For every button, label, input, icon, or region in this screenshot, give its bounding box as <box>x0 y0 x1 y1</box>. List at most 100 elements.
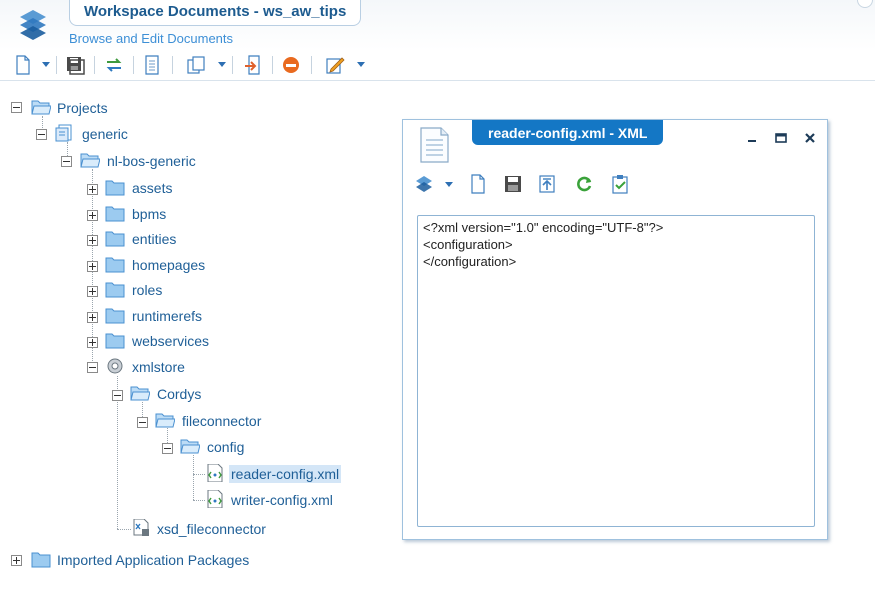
expand-icon[interactable] <box>87 261 98 272</box>
xml-file-icon <box>207 490 223 508</box>
tree-item-writer-config[interactable]: writer-config.xml <box>0 490 380 510</box>
validate-icon[interactable] <box>610 174 630 194</box>
tree-item-fileconnector[interactable]: fileconnector <box>0 411 270 431</box>
expand-icon[interactable] <box>87 337 98 348</box>
tree-item-nl-bos-generic[interactable]: nl-bos-generic <box>0 151 220 171</box>
tree-item-label: xsd_fileconnector <box>157 521 266 537</box>
expand-icon[interactable] <box>87 184 98 195</box>
folder-icon <box>105 180 125 196</box>
folder-icon <box>105 231 125 247</box>
tree-item-entities[interactable]: entities <box>0 229 200 249</box>
tree-item-xsd-fileconnector[interactable]: xsd_fileconnector <box>0 519 300 539</box>
tree-item-label: assets <box>132 180 173 196</box>
tree-item-label: Projects <box>57 100 108 116</box>
toolbar-divider <box>311 56 312 74</box>
tree-item-webservices[interactable]: webservices <box>0 331 220 351</box>
xml-window-title: reader-config.xml - XML <box>472 120 664 145</box>
workflow-icon[interactable] <box>414 174 434 194</box>
tree-item-assets[interactable]: assets <box>0 178 200 198</box>
tree-item-bpms[interactable]: bpms <box>0 204 200 224</box>
synchronize-icon[interactable] <box>104 55 124 75</box>
folder-icon <box>105 206 125 222</box>
toolbar-divider <box>56 56 57 74</box>
xmlstore-gear-icon <box>107 358 123 374</box>
folder-icon <box>105 333 125 349</box>
tree-item-roles[interactable]: roles <box>0 280 200 300</box>
folder-open-icon <box>155 413 175 428</box>
tree-item-label: reader-config.xml <box>229 465 342 483</box>
expand-icon[interactable] <box>11 555 22 566</box>
minimize-icon[interactable] <box>745 131 759 145</box>
stop-icon[interactable] <box>281 55 301 75</box>
tree-item-label: writer-config.xml <box>231 492 333 508</box>
new-document-icon[interactable] <box>13 55 33 75</box>
workflow-dropdown-chevron-down-icon[interactable] <box>445 182 453 187</box>
save-all-icon[interactable] <box>65 55 85 75</box>
refresh-icon[interactable] <box>574 174 594 194</box>
collapse-icon[interactable] <box>36 129 47 140</box>
copy-icon[interactable] <box>186 55 206 75</box>
tree-item-label: config <box>207 439 245 455</box>
app-header: Workspace Documents - ws_aw_tips Browse … <box>0 0 875 50</box>
collapse-icon[interactable] <box>11 102 22 113</box>
collapse-icon[interactable] <box>87 362 98 373</box>
tree-item-label: xmlstore <box>132 359 185 375</box>
tree-item-label: fileconnector <box>182 413 262 429</box>
collapse-icon[interactable] <box>61 156 72 167</box>
app-subtitle: Browse and Edit Documents <box>69 31 234 46</box>
xml-file-icon <box>207 464 223 482</box>
toolbar-divider <box>94 56 95 74</box>
tree-item-label: Imported Application Packages <box>57 552 250 568</box>
toolbar-divider <box>133 56 134 74</box>
tree-item-xmlstore[interactable]: xmlstore <box>0 357 200 377</box>
maximize-icon[interactable] <box>774 131 788 145</box>
collapse-icon[interactable] <box>162 443 173 454</box>
tree-item-cordys[interactable]: Cordys <box>0 384 220 404</box>
copy-dropdown-chevron-down-icon[interactable] <box>218 62 226 67</box>
expand-icon[interactable] <box>87 312 98 323</box>
xsd-locked-file-icon <box>133 519 149 536</box>
edit-icon[interactable] <box>325 55 345 75</box>
tree-item-label: Cordys <box>157 386 202 402</box>
tree-item-label: webservices <box>132 333 210 349</box>
tree-item-generic[interactable]: generic <box>0 124 200 144</box>
close-icon[interactable] <box>803 131 817 145</box>
cordys-logo-icon <box>20 10 46 40</box>
tree-item-projects[interactable]: Projects <box>0 98 200 118</box>
folder-open-icon <box>80 153 100 168</box>
collapse-icon[interactable] <box>137 417 148 428</box>
main-toolbar <box>0 50 875 81</box>
toolbar-divider <box>232 56 233 74</box>
tree-item-reader-config[interactable]: reader-config.xml <box>0 464 380 484</box>
tree-item-label: runtimerefs <box>132 308 203 324</box>
folder-icon <box>105 257 125 273</box>
toolbar-divider <box>272 56 273 74</box>
collapse-icon[interactable] <box>112 390 123 401</box>
tree-item-label: entities <box>132 231 177 247</box>
export-icon[interactable] <box>537 174 557 194</box>
folder-open-icon <box>130 386 150 401</box>
app-title: Workspace Documents - ws_aw_tips <box>69 0 362 26</box>
new-icon[interactable] <box>468 174 488 194</box>
tree-item-imported-application-packages[interactable]: Imported Application Packages <box>0 550 280 570</box>
save-icon[interactable] <box>503 174 523 194</box>
tree-item-label: nl-bos-generic <box>107 153 196 169</box>
edit-dropdown-chevron-down-icon[interactable] <box>357 62 365 67</box>
xml-content-editor[interactable]: <?xml version="1.0" encoding="UTF-8"?> <… <box>417 215 815 527</box>
import-icon[interactable] <box>243 55 263 75</box>
tree-item-homepages[interactable]: homepages <box>0 255 220 275</box>
tree-item-label: homepages <box>132 257 206 273</box>
toolbar-divider <box>172 56 173 74</box>
expand-icon[interactable] <box>87 210 98 221</box>
folder-icon <box>105 308 125 324</box>
expand-icon[interactable] <box>87 235 98 246</box>
tree-item-runtimerefs[interactable]: runtimerefs <box>0 306 220 326</box>
tree-item-label: bpms <box>132 206 167 222</box>
document-icon <box>420 127 449 163</box>
new-dropdown-chevron-down-icon[interactable] <box>42 62 50 67</box>
properties-icon[interactable] <box>142 55 162 75</box>
tree-item-config[interactable]: config <box>0 437 260 457</box>
expand-icon[interactable] <box>87 286 98 297</box>
tree-item-label: roles <box>132 282 163 298</box>
window-corner-icon <box>857 0 873 8</box>
